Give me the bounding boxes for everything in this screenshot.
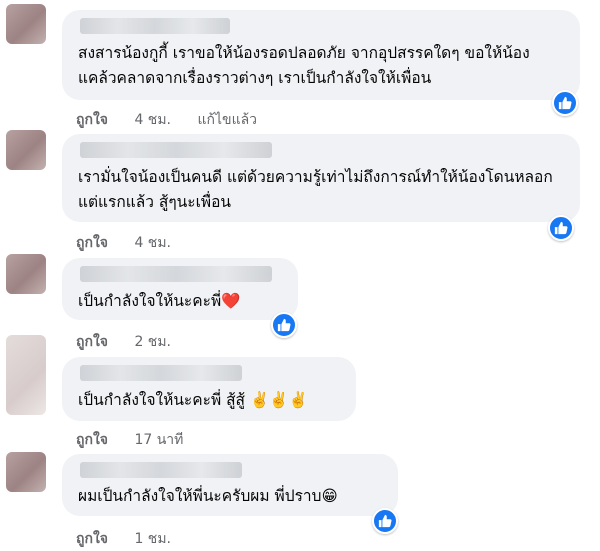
comment-actions: ถูกใจ 4 ชม. <box>76 232 193 254</box>
comment-1: สงสารน้องกูกี้ เราขอให้น้องรอดปลอดภัย จา… <box>0 0 600 128</box>
avatar[interactable] <box>6 452 46 492</box>
reaction-badge[interactable] <box>548 215 574 241</box>
comment-text-body: เป็นกำลังใจให้นะคะพี่ <box>78 292 222 310</box>
comment-actions: ถูกใจ 1 ชม. <box>76 528 193 550</box>
avatar[interactable] <box>6 130 46 170</box>
reaction-badge[interactable] <box>372 508 398 534</box>
comment-text: สงสารน้องกูกี้ เราขอให้น้องรอดปลอดภัย จา… <box>78 44 530 87</box>
like-link[interactable]: ถูกใจ <box>76 112 108 128</box>
thumbs-up-icon <box>554 221 568 235</box>
thumbs-up-icon <box>558 96 572 110</box>
comment-5: ผมเป็นกำลังใจให้พี่นะครับผม พี่ปราบ😁 ถูก… <box>0 452 600 551</box>
comment-4: เป็นกำลังใจให้นะคะพี่ สู้สู้ ✌️✌️✌️ ถูกใ… <box>0 335 600 450</box>
comment-bubble: สงสารน้องกูกี้ เราขอให้น้องรอดปลอดภัย จา… <box>62 10 580 100</box>
comment-text: เป็นกำลังใจให้นะคะพี่ สู้สู้ ✌️✌️✌️ <box>78 388 340 413</box>
edited-label[interactable]: แก้ไขแล้ว <box>197 112 257 128</box>
blurred-author-name[interactable] <box>80 462 242 478</box>
blurred-author-name[interactable] <box>80 18 230 34</box>
comment-text: เรามั่นใจน้องเป็นคนดี แต่ด้วยความรู้เท่า… <box>78 168 553 211</box>
comment-text: เป็นกำลังใจให้นะคะพี่❤️ <box>78 289 282 314</box>
timestamp[interactable]: 17 นาที <box>134 432 183 448</box>
comment-actions: ถูกใจ 17 นาที <box>76 429 205 451</box>
comment-bubble: เรามั่นใจน้องเป็นคนดี แต่ด้วยความรู้เท่า… <box>62 134 580 222</box>
avatar[interactable] <box>6 335 46 415</box>
comment-actions: ถูกใจ 4 ชม. แก้ไขแล้ว <box>76 109 279 131</box>
comment-text-body: ผมเป็นกำลังใจให้พี่นะครับผม พี่ปราบ <box>78 487 322 505</box>
comment-bubble: เป็นกำลังใจให้นะคะพี่ สู้สู้ ✌️✌️✌️ <box>62 357 356 421</box>
timestamp[interactable]: 4 ชม. <box>134 112 171 128</box>
like-link[interactable]: ถูกใจ <box>76 235 108 251</box>
heart-emoji: ❤️ <box>221 292 241 310</box>
thumbs-up-icon <box>277 318 291 332</box>
comment-bubble: เป็นกำลังใจให้นะคะพี่❤️ <box>62 258 298 320</box>
avatar[interactable] <box>6 254 46 294</box>
victory-hand-emoji: ✌️✌️✌️ <box>249 391 308 409</box>
blurred-author-name[interactable] <box>80 365 242 381</box>
thumbs-up-icon <box>378 514 392 528</box>
avatar[interactable] <box>6 4 46 44</box>
blurred-author-name[interactable] <box>80 142 272 158</box>
comment-2: เรามั่นใจน้องเป็นคนดี แต่ด้วยความรู้เท่า… <box>0 130 600 252</box>
comment-text: ผมเป็นกำลังใจให้พี่นะครับผม พี่ปราบ😁 <box>78 484 382 509</box>
like-link[interactable]: ถูกใจ <box>76 432 108 448</box>
comment-text-body: เป็นกำลังใจให้นะคะพี่ สู้สู้ <box>78 391 246 409</box>
timestamp[interactable]: 1 ชม. <box>134 531 171 547</box>
comment-bubble: ผมเป็นกำลังใจให้พี่นะครับผม พี่ปราบ😁 <box>62 454 398 516</box>
blurred-author-name[interactable] <box>80 266 272 282</box>
grin-emoji: 😁 <box>321 487 338 505</box>
like-link[interactable]: ถูกใจ <box>76 531 108 547</box>
reaction-badge[interactable] <box>552 90 578 116</box>
timestamp[interactable]: 4 ชม. <box>134 235 171 251</box>
